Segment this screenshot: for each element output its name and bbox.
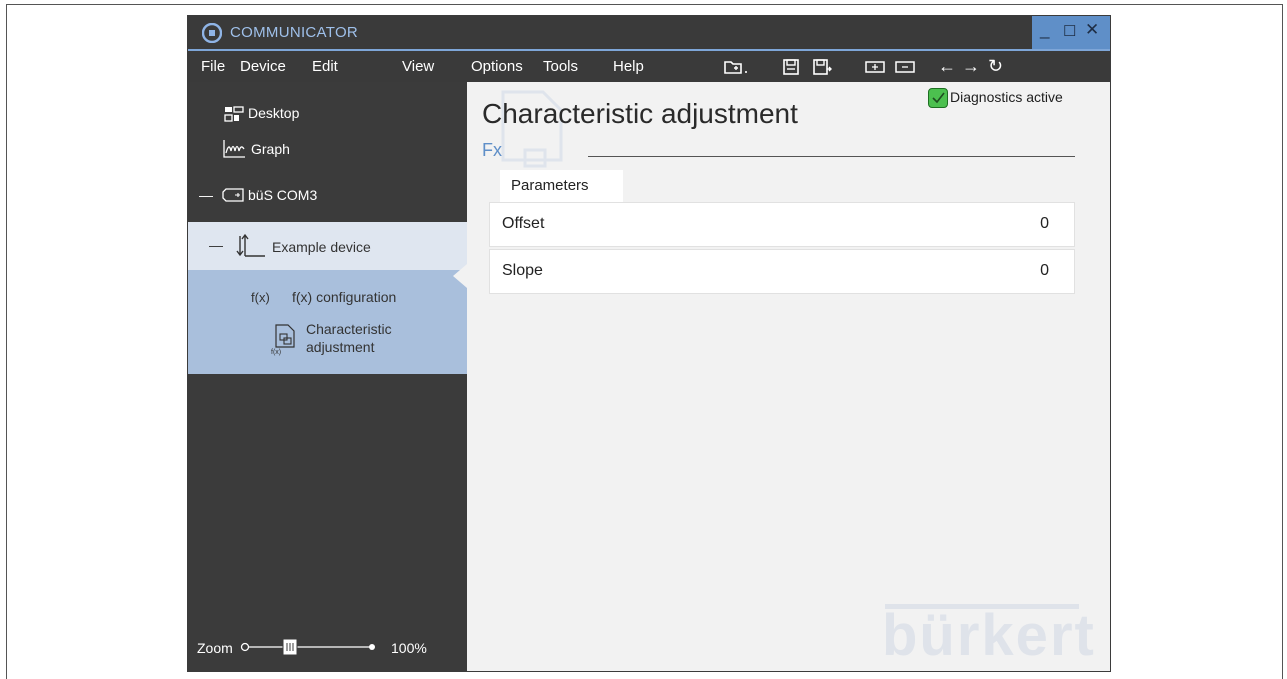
- page-title: Characteristic adjustment: [482, 98, 798, 129]
- minimize-icon[interactable]: _: [1040, 20, 1049, 40]
- parameter-label: Slope: [502, 262, 543, 279]
- parameter-row-slope[interactable]: Slope 0: [489, 249, 1075, 294]
- interface-icon: [222, 188, 244, 202]
- parameter-value: 0: [1040, 262, 1049, 279]
- brand-watermark: bürkert: [882, 603, 1096, 668]
- characteristic-adjustment-icon: f(x): [271, 324, 295, 356]
- tab-parameters[interactable]: Parameters: [500, 170, 623, 202]
- app-title: COMMUNICATOR: [230, 24, 359, 41]
- parameter-row-offset[interactable]: Offset 0: [489, 202, 1075, 247]
- navigation-sidebar: Desktop Graph — büS COM3 — Example devic…: [188, 82, 467, 671]
- zoom-value: 100%: [391, 640, 427, 656]
- sidebar-item-device-label: Example device: [272, 239, 371, 255]
- sidebar-selected-group: f(x) f(x) configuration f(x) Characteris…: [188, 270, 467, 374]
- close-icon[interactable]: ✕: [1085, 20, 1099, 40]
- main-panel: Characteristic adjustment Fx Diagnostics…: [467, 82, 1110, 671]
- open-project-icon[interactable]: [723, 59, 749, 75]
- menu-tools[interactable]: Tools: [543, 58, 578, 75]
- zoom-slider[interactable]: [240, 635, 380, 659]
- collapse-interface-icon[interactable]: —: [199, 187, 213, 203]
- menu-device[interactable]: Device: [240, 58, 286, 75]
- menu-edit[interactable]: Edit: [312, 58, 338, 75]
- forward-arrow-icon[interactable]: →: [962, 56, 980, 77]
- disconnect-device-icon[interactable]: [894, 59, 916, 75]
- sidebar-item-fx-configuration[interactable]: f(x) configuration: [292, 289, 396, 305]
- collapse-device-icon[interactable]: —: [209, 237, 223, 253]
- menu-file[interactable]: File: [201, 58, 225, 75]
- save-icon[interactable]: [782, 58, 800, 76]
- menu-bar: File Device Edit View Options Tools Help: [188, 51, 1110, 82]
- sidebar-item-characteristic-adjustment[interactable]: Characteristic adjustment: [306, 320, 392, 356]
- maximize-icon[interactable]: ☐: [1063, 22, 1076, 40]
- parameter-value: 0: [1040, 215, 1049, 232]
- diagnostics-indicator[interactable]: Diagnostics active: [928, 88, 1063, 108]
- page-frame-left: [6, 4, 7, 679]
- diagnostics-label: Diagnostics active: [950, 89, 1063, 105]
- page-frame-right: [1282, 4, 1283, 679]
- title-divider: [588, 156, 1075, 157]
- characteristic-label-line2: adjustment: [306, 339, 375, 355]
- menu-view[interactable]: View: [402, 58, 434, 75]
- sidebar-item-example-device[interactable]: — Example device: [188, 222, 467, 270]
- sidebar-item-interface[interactable]: büS COM3: [248, 187, 317, 203]
- back-arrow-icon[interactable]: ←: [938, 56, 956, 77]
- fx-icon: f(x): [251, 290, 270, 305]
- desktop-icon: [224, 106, 244, 122]
- sidebar-item-desktop[interactable]: Desktop: [248, 105, 299, 121]
- graph-icon: [223, 140, 245, 158]
- page-subtitle: Fx: [482, 140, 502, 160]
- communicator-logo-icon: [202, 23, 222, 43]
- selection-pointer: [453, 264, 467, 288]
- menu-options[interactable]: Options: [471, 58, 523, 75]
- device-icon: [236, 233, 265, 257]
- parameter-label: Offset: [502, 215, 545, 232]
- menu-help[interactable]: Help: [613, 58, 644, 75]
- window-controls: _ ☐ ✕: [1032, 16, 1110, 49]
- save-as-icon[interactable]: [812, 58, 832, 76]
- connect-device-icon[interactable]: [864, 59, 886, 75]
- checkmark-icon: [928, 88, 948, 108]
- zoom-label: Zoom: [197, 640, 233, 656]
- sidebar-item-graph[interactable]: Graph: [251, 141, 290, 157]
- svg-text:f(x): f(x): [271, 349, 281, 356]
- page-frame-top: [6, 4, 1283, 5]
- app-window: COMMUNICATOR _ ☐ ✕ File Device Edit View…: [187, 15, 1111, 672]
- characteristic-label-line1: Characteristic: [306, 321, 392, 337]
- refresh-icon[interactable]: ↻: [988, 56, 1003, 77]
- title-bar: COMMUNICATOR _ ☐ ✕: [188, 16, 1110, 49]
